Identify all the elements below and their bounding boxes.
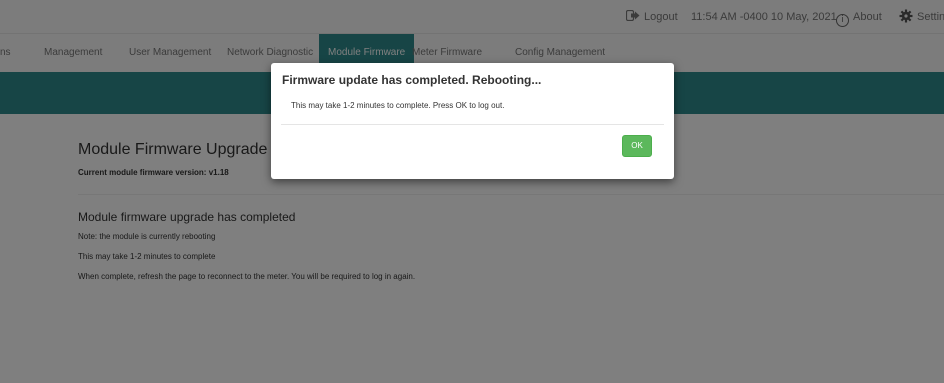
ok-button[interactable]: OK [622,135,652,157]
dialog-title: Firmware update has completed. Rebooting… [282,73,542,87]
dialog-divider [281,124,664,125]
modal-backdrop[interactable] [0,0,944,383]
reboot-dialog: Firmware update has completed. Rebooting… [271,63,674,179]
dialog-message: This may take 1-2 minutes to complete. P… [291,101,505,110]
